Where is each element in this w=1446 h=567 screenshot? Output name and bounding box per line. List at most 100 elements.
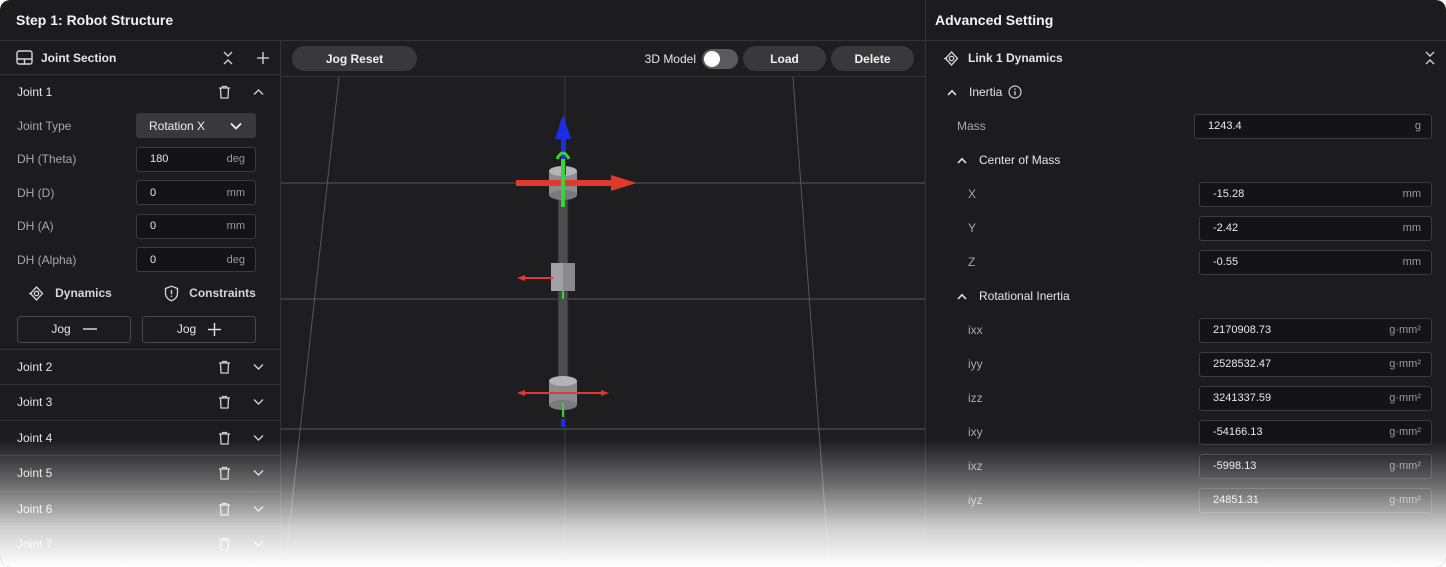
rotational-inertia-header[interactable]: Rotational Inertia [926,279,1446,313]
3d-viewport[interactable]: Jog Reset 3D Model Load Delete [281,41,925,567]
iyz-value: 24851.31 [1213,494,1259,506]
chevron-up-icon [957,157,967,164]
joint-1-header[interactable]: Joint 1 [0,75,280,109]
joint-type-label: Joint Type [17,118,72,133]
iyz-unit: g·mm² [1389,494,1421,506]
izz-input[interactable]: 3241337.59 g·mm² [1199,385,1432,411]
com-y-label: Y [968,221,977,235]
floor-grid [281,76,925,567]
chevron-down-icon[interactable] [253,505,264,513]
jog-buttons: Jog Jog [0,310,280,350]
ixx-input[interactable]: 2170908.73 g·mm² [1199,317,1432,343]
dh-theta-label: DH (Theta) [17,152,77,167]
trash-icon[interactable] [218,360,231,374]
jog-reset-button[interactable]: Jog Reset [292,46,417,71]
chevron-down-icon[interactable] [253,363,264,371]
inertia-section-header[interactable]: Inertia [926,75,1446,109]
trash-icon[interactable] [218,537,231,551]
dh-theta-row: DH (Theta) 180 deg [0,143,280,177]
mass-input[interactable]: 1243.4 g [1194,113,1432,139]
chevron-down-icon[interactable] [253,540,264,548]
robot-scene[interactable] [281,41,925,567]
chevron-down-icon[interactable] [253,469,264,477]
iyy-input[interactable]: 2528532.47 g·mm² [1199,351,1432,377]
iyy-unit: g·mm² [1389,358,1421,370]
load-button[interactable]: Load [743,46,826,71]
mass-unit: g [1414,120,1421,132]
x-axis-bottom-head-left [517,390,525,396]
trash-icon[interactable] [218,431,231,445]
com-x-value: -15.28 [1213,188,1245,200]
joint-6-row[interactable]: Joint 6 [0,492,280,527]
dh-a-input[interactable]: 0 mm [136,213,256,239]
advanced-setting-panel: Link 1 Dynamics Inertia Mass 1243.4 g Ce… [925,41,1446,567]
trash-icon[interactable] [218,502,231,516]
joint-panel: Joint Section Joint 1 Joint Type Rotatio… [0,41,281,567]
com-x-unit: mm [1402,188,1421,200]
com-x-input[interactable]: -15.28 mm [1199,181,1432,207]
com-z-unit: mm [1402,256,1421,268]
jog-plus-label: Jog [176,322,197,336]
joint-2-row[interactable]: Joint 2 [0,350,280,385]
jog-minus-button[interactable]: Jog [17,315,131,343]
mass-row: Mass 1243.4 g [926,109,1446,143]
ixy-row: ixy -54166.13 g·mm² [926,415,1446,449]
app-window: Step 1: Robot Structure Advanced Setting… [0,0,1446,567]
advanced-setting-header: Advanced Setting [925,0,1446,41]
delete-button[interactable]: Delete [831,46,914,71]
inertia-label: Inertia [969,85,1003,99]
info-icon[interactable] [1008,85,1022,99]
iyz-label: iyz [968,493,983,507]
joint-5-row[interactable]: Joint 5 [0,456,280,492]
joint-7-row[interactable]: Joint 7 [0,527,280,563]
ixz-unit: g·mm² [1389,460,1421,472]
dh-theta-value: 180 [150,153,169,166]
trash-icon[interactable] [218,466,231,480]
joint-2-model[interactable] [551,263,575,291]
center-of-mass-header[interactable]: Center of Mass [926,143,1446,177]
3d-model-toggle[interactable] [702,48,738,69]
chevron-down-icon[interactable] [253,398,264,406]
collapse-all-icon[interactable] [1424,50,1436,66]
ixx-unit: g·mm² [1389,324,1421,336]
joint-3-label: Joint 3 [17,395,53,410]
robot-structure-header: Step 1: Robot Structure [0,0,925,41]
plus-icon [208,322,222,336]
joint-section-header: Joint Section [0,41,280,75]
constraints-tab[interactable]: Constraints [140,285,280,302]
dh-d-input[interactable]: 0 mm [136,180,256,206]
dynamics-tab[interactable]: Dynamics [0,285,140,302]
z-axis-bottom [561,419,565,427]
y-axis-arrow [561,159,565,207]
com-z-input[interactable]: -0.55 mm [1199,249,1432,275]
collapse-all-icon[interactable] [222,50,234,66]
com-y-input[interactable]: -2.42 mm [1199,215,1432,241]
joint-4-label: Joint 4 [17,430,53,445]
ixx-row: ixx 2170908.73 g·mm² [926,313,1446,347]
trash-icon[interactable] [218,395,231,409]
dynamics-icon [28,285,45,302]
joint-4-row[interactable]: Joint 4 [0,421,280,456]
joint-type-select[interactable]: Rotation X [136,113,256,139]
dh-d-label: DH (D) [17,185,55,200]
joint-1-group: Joint 1 Joint Type Rotation X DH (Theta)… [0,75,280,350]
add-joint-icon[interactable] [256,51,270,65]
minus-icon [82,327,97,331]
com-x-row: X -15.28 mm [926,177,1446,211]
trash-icon[interactable] [218,85,231,99]
jog-minus-label: Jog [51,322,71,336]
viewport-toolbar: Jog Reset 3D Model Load Delete [281,41,925,77]
joint-3-row[interactable]: Joint 3 [0,385,280,421]
dh-theta-input[interactable]: 180 deg [136,146,256,172]
joint-type-row: Joint Type Rotation X [0,109,280,143]
jog-plus-button[interactable]: Jog [142,315,256,343]
chevron-down-icon[interactable] [253,434,264,442]
dh-alpha-input[interactable]: 0 deg [136,247,256,273]
chevron-up-icon[interactable] [253,88,264,96]
joint-extra-tabs: Dynamics Constraints [0,277,280,310]
com-y-unit: mm [1402,222,1421,234]
iyz-input[interactable]: 24851.31 g·mm² [1199,487,1432,513]
ixz-input[interactable]: -5998.13 g·mm² [1199,453,1432,479]
dynamics-label: Dynamics [55,286,112,300]
ixy-input[interactable]: -54166.13 g·mm² [1199,419,1432,445]
